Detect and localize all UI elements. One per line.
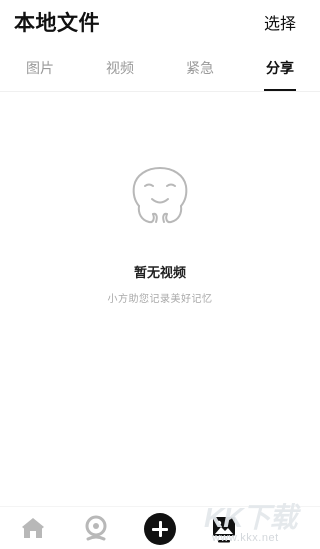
tab-emergency[interactable]: 紧急 xyxy=(170,58,230,78)
watermark-logo: KK下载 xyxy=(204,502,297,533)
empty-state-title: 暂无视频 xyxy=(133,266,186,281)
active-tab-indicator xyxy=(264,89,296,91)
select-button[interactable]: 选择 xyxy=(264,10,296,34)
header: 本地文件 选择 xyxy=(0,0,320,44)
empty-state-subtitle: 小方助您记录美好记忆 xyxy=(107,294,213,305)
tab-pictures[interactable]: 图片 xyxy=(10,58,70,78)
tab-videos[interactable]: 视频 xyxy=(90,58,150,78)
watermark-url: www.kkx.net xyxy=(212,532,279,544)
watermark: KK下载 www.kkx.net xyxy=(198,494,320,549)
tab-bar: 图片 视频 紧急 分享 xyxy=(0,50,320,92)
tab-share[interactable]: 分享 xyxy=(250,58,310,78)
home-icon[interactable] xyxy=(21,517,45,539)
smiling-face-icon xyxy=(132,167,188,224)
discover-icon[interactable] xyxy=(84,515,108,541)
page-title: 本地文件 xyxy=(14,11,100,35)
add-button[interactable] xyxy=(144,513,176,545)
